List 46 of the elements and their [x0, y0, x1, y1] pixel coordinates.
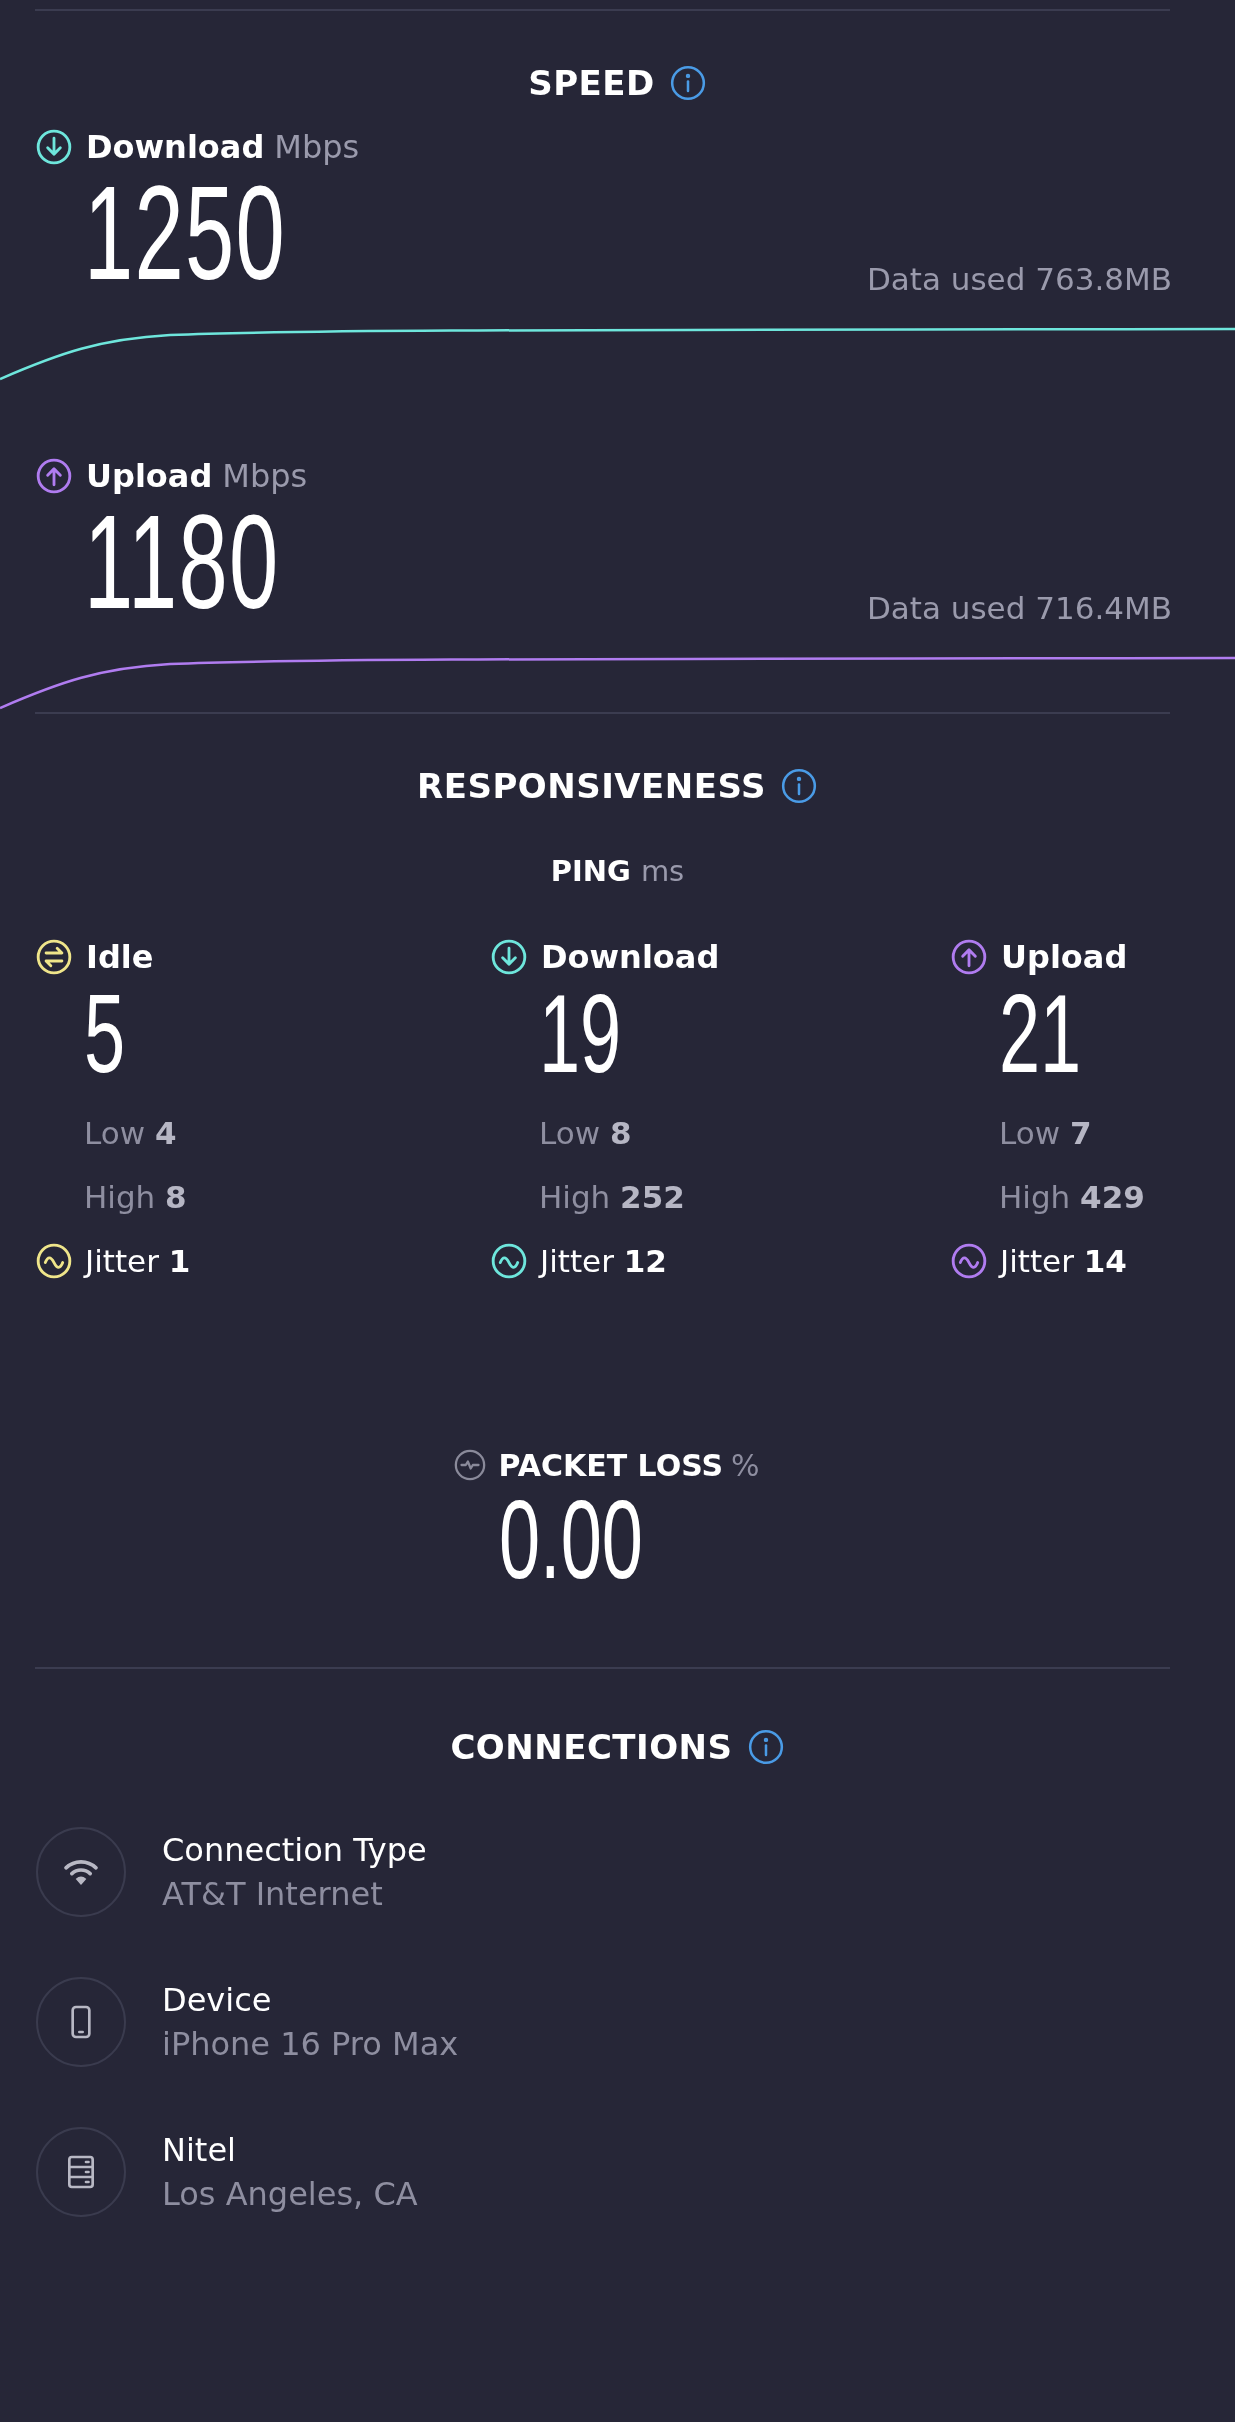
ping-label: PING	[550, 853, 631, 889]
ping-type-label: Download	[541, 938, 720, 976]
packet-loss-value: 0.00	[498, 1485, 643, 1595]
upload-icon	[950, 938, 988, 976]
jitter-stat: Jitter 14	[1000, 1243, 1127, 1279]
download-icon	[490, 938, 528, 976]
ping-type-label: Upload	[1001, 938, 1128, 976]
connection-title: Nitel	[162, 2130, 236, 2171]
info-icon[interactable]	[746, 1728, 785, 1766]
speed-value: 1180	[84, 496, 280, 628]
info-icon[interactable]	[780, 767, 818, 805]
unit-label: %	[731, 1447, 760, 1483]
low-stat: Low 4	[84, 1114, 178, 1153]
download-icon	[35, 128, 73, 166]
section-title: RESPONSIVENESS	[417, 765, 766, 808]
connection-value: Los Angeles, CA	[162, 2174, 418, 2215]
low-stat: Low 8	[539, 1114, 633, 1153]
section-title: CONNECTIONS	[450, 1726, 733, 1769]
packet-loss-label: PACKET LOSS	[498, 1447, 724, 1483]
data-used: Data used 763.8MB	[866, 260, 1172, 299]
metric-label: Upload	[86, 457, 213, 495]
high-stat: High 8	[84, 1178, 188, 1217]
connection-value: iPhone 16 Pro Max	[162, 2024, 459, 2065]
speed-value: 1250	[84, 167, 287, 299]
unit-label: Mbps	[274, 128, 360, 166]
metric-label: Download	[86, 128, 265, 166]
data-used: Data used 716.4MB	[866, 589, 1172, 628]
unit-label: Mbps	[222, 457, 308, 495]
jitter-stat: Jitter 1	[85, 1243, 191, 1279]
ping-type-label: Idle	[86, 938, 154, 976]
high-stat: High 429	[999, 1178, 1146, 1217]
pulse-icon	[452, 1448, 487, 1482]
connection-title: Connection Type	[162, 1830, 427, 1871]
high-stat: High 252	[539, 1178, 686, 1217]
swap-arrows-icon	[35, 938, 73, 976]
jitter-stat: Jitter 12	[540, 1243, 667, 1279]
ping-value: 5	[84, 979, 126, 1089]
upload-icon	[35, 457, 73, 495]
low-stat: Low 7	[999, 1114, 1093, 1153]
ping-value: 21	[999, 979, 1082, 1089]
section-title: SPEED	[528, 62, 655, 105]
info-icon[interactable]	[668, 64, 707, 102]
connection-value: AT&T Internet	[162, 1874, 383, 1915]
connection-title: Device	[162, 1980, 272, 2021]
ping-value: 19	[539, 979, 622, 1089]
unit-label: ms	[640, 853, 685, 889]
